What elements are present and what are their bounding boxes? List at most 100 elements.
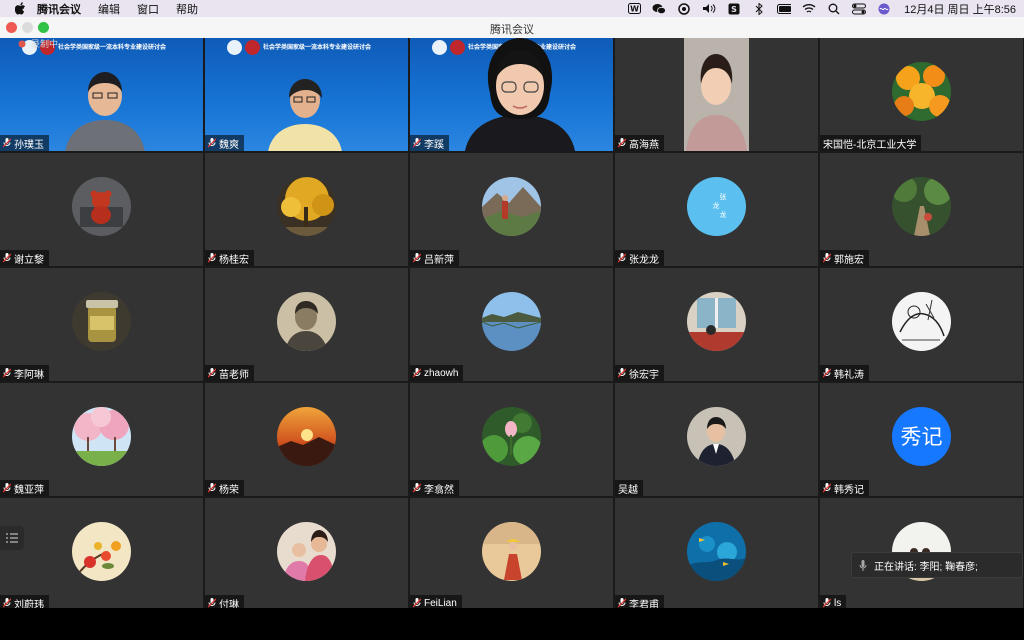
member-list-button[interactable] xyxy=(0,526,24,550)
participant-video xyxy=(268,79,342,151)
control-center-icon[interactable] xyxy=(852,3,867,15)
participant-name: FeiLian xyxy=(424,597,457,609)
status-area: W S 12月4日 周日 上午8:56 xyxy=(627,0,1016,17)
participant-avatar xyxy=(72,292,131,351)
participant-tile[interactable]: 付琳 xyxy=(205,498,408,611)
participant-tile[interactable]: 高海燕 xyxy=(615,38,818,151)
bottom-black-area xyxy=(0,608,1024,640)
participant-tile[interactable]: FeiLian xyxy=(410,498,613,611)
svg-text:龙: 龙 xyxy=(713,201,720,210)
participant-tile[interactable]: 秀记 韩秀记 xyxy=(820,383,1023,496)
participant-avatar xyxy=(277,292,336,351)
menu-help[interactable]: 帮助 xyxy=(176,1,198,17)
university-logo-icon xyxy=(432,40,447,55)
menu-window[interactable]: 窗口 xyxy=(137,1,159,17)
participant-tile[interactable]: 李君甫 xyxy=(615,498,818,611)
participant-avatar xyxy=(72,177,131,236)
participant-tile[interactable]: 魏亚萍 xyxy=(0,383,203,496)
participant-tile[interactable]: 韩礼涛 xyxy=(820,268,1023,381)
participant-name: 苗老师 xyxy=(219,369,249,381)
mic-muted-icon xyxy=(618,598,626,608)
participant-tile[interactable]: 李翕然 xyxy=(410,383,613,496)
participant-tile[interactable]: 社会学类国家级一流本科专业建设研讨会 魏爽 xyxy=(205,38,408,151)
participant-tile[interactable]: 社会学类国家级一流本科专业建设研讨会 孙璞玉 xyxy=(0,38,203,151)
participant-tile[interactable]: 社会学类国家级一流本科专业建设研讨会 李蹊 xyxy=(410,38,613,151)
recording-label: 录制中 xyxy=(31,39,59,49)
recording-icon xyxy=(18,40,26,47)
participant-name: 李翕然 xyxy=(424,484,454,496)
volume-icon[interactable] xyxy=(702,3,716,15)
participant-name: 韩秀记 xyxy=(834,484,864,496)
participant-tile[interactable]: 杨荣 xyxy=(205,383,408,496)
wifi-icon[interactable] xyxy=(802,3,816,15)
participant-tile[interactable]: 李阿琳 xyxy=(0,268,203,381)
participant-tile[interactable]: zhaowh xyxy=(410,268,613,381)
speaking-indicator[interactable]: 正在讲话: 李阳; 鞠春彦; xyxy=(851,552,1023,578)
participant-tile[interactable]: 徐宏宇 xyxy=(615,268,818,381)
siri-icon[interactable] xyxy=(877,3,891,15)
banner-text: 社会学类国家级一流本科专业建设研讨会 xyxy=(263,45,372,51)
recording-indicator[interactable]: 录制中 xyxy=(18,37,58,50)
svg-text:龙: 龙 xyxy=(720,210,727,219)
chatgpt-icon[interactable] xyxy=(677,2,691,15)
participant-tile[interactable]: 刘蔚玮 xyxy=(0,498,203,611)
participant-name-tag: 李蹊 xyxy=(410,135,449,151)
participant-name: 魏亚萍 xyxy=(14,484,44,496)
mic-muted-icon xyxy=(823,253,831,263)
mic-muted-icon xyxy=(413,483,421,493)
mic-muted-icon xyxy=(413,253,421,263)
menu-app-name[interactable]: 腾讯会议 xyxy=(37,1,81,17)
participant-tile[interactable]: 张龙龙 张龙龙 xyxy=(615,153,818,266)
participant-tile[interactable]: 吕新萍 xyxy=(410,153,613,266)
participant-avatar xyxy=(482,292,541,351)
participant-name: ls xyxy=(834,597,842,609)
mic-muted-icon xyxy=(413,598,421,608)
wechat-icon[interactable] xyxy=(652,3,667,15)
app-s-icon[interactable]: S xyxy=(727,3,741,15)
participant-avatar xyxy=(482,407,541,466)
menu-edit[interactable]: 编辑 xyxy=(98,1,120,17)
window-title: 腾讯会议 xyxy=(490,24,534,36)
participant-name: 魏爽 xyxy=(219,139,239,151)
svg-text:S: S xyxy=(731,5,737,14)
participant-name-tag: 李阿琳 xyxy=(0,365,49,381)
participant-tile[interactable]: 苗老师 xyxy=(205,268,408,381)
microphone-icon xyxy=(852,559,874,571)
apple-icon[interactable] xyxy=(13,2,27,16)
participant-avatar xyxy=(892,177,951,236)
avatar-text-1: 张 xyxy=(720,192,727,201)
app-w-icon[interactable]: W xyxy=(627,3,641,15)
participant-name-tag: 杨荣 xyxy=(205,480,244,496)
mic-muted-icon xyxy=(618,368,626,378)
participant-avatar: 张龙龙 xyxy=(687,177,746,236)
menu-bar: 腾讯会议 编辑 窗口 帮助 W S 12月4日 周日 上午8:56 xyxy=(0,0,1024,17)
participant-name: 韩礼涛 xyxy=(834,369,864,381)
participant-tile[interactable]: 郭施宏 xyxy=(820,153,1023,266)
participant-name-tag: 韩秀记 xyxy=(820,480,869,496)
participant-avatar xyxy=(277,407,336,466)
mic-muted-icon xyxy=(208,253,216,263)
participant-name: 杨荣 xyxy=(219,484,239,496)
search-icon[interactable] xyxy=(827,3,841,15)
participant-name-tag: 谢立黎 xyxy=(0,250,49,266)
participant-avatar xyxy=(687,292,746,351)
battery-icon[interactable] xyxy=(777,3,792,15)
participant-name-tag: 魏爽 xyxy=(205,135,244,151)
participant-tile[interactable]: 吴越 xyxy=(615,383,818,496)
mic-muted-icon xyxy=(413,138,421,148)
mic-muted-icon xyxy=(208,368,216,378)
speaking-text: 正在讲话: 李阳; 鞠春彦; xyxy=(874,561,978,573)
participant-name-tag: 韩礼涛 xyxy=(820,365,869,381)
bluetooth-icon[interactable] xyxy=(752,2,766,15)
mic-muted-icon xyxy=(3,598,11,608)
participant-avatar xyxy=(482,522,541,581)
participant-name: 吕新萍 xyxy=(424,254,454,266)
participant-name-tag: 张龙龙 xyxy=(615,250,664,266)
participant-tile[interactable]: 杨桂宏 xyxy=(205,153,408,266)
participant-name: 杨桂宏 xyxy=(219,254,249,266)
participant-tile[interactable]: 宋国恺-北京工业大学 xyxy=(820,38,1023,151)
participant-tile[interactable]: 谢立黎 xyxy=(0,153,203,266)
mic-muted-icon xyxy=(413,368,421,378)
menubar-clock[interactable]: 12月4日 周日 上午8:56 xyxy=(904,1,1016,17)
participant-avatar xyxy=(277,177,336,236)
